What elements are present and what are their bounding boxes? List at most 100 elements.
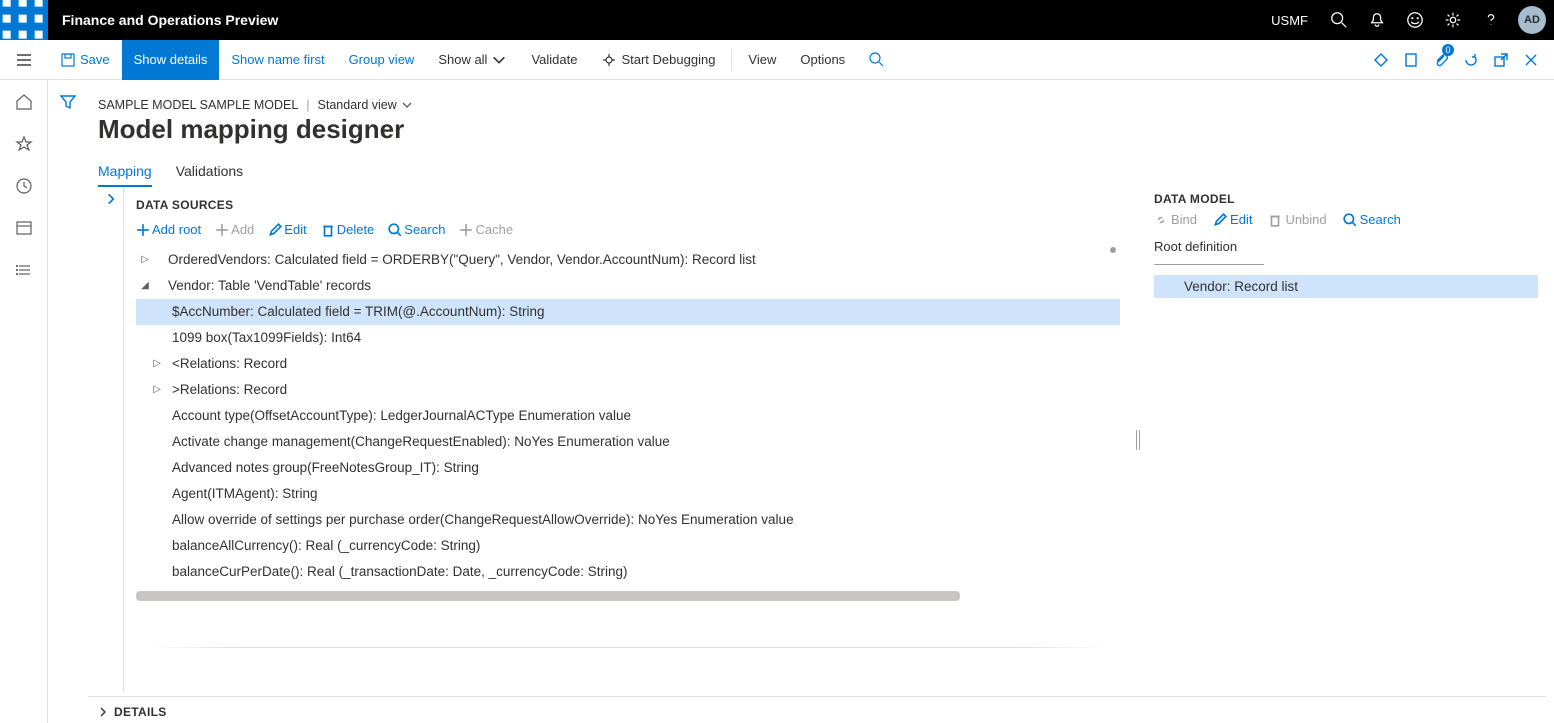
search-icon <box>1330 11 1348 29</box>
avatar[interactable]: AD <box>1518 6 1546 34</box>
right-icon-2[interactable] <box>1396 40 1426 80</box>
delete-button[interactable]: Delete <box>321 222 375 237</box>
chevron-right-icon <box>104 192 118 206</box>
help-icon <box>1482 11 1500 29</box>
tree-node[interactable]: ◢Vendor: Table 'VendTable' records <box>136 273 1120 299</box>
tree-node[interactable]: 1099 box(Tax1099Fields): Int64 <box>136 325 1120 351</box>
workspaces-button[interactable] <box>12 216 36 240</box>
search-icon <box>388 223 402 237</box>
feedback-button[interactable] <box>1396 0 1434 40</box>
tree-node[interactable]: Agent(ITMAgent): String <box>136 481 1120 507</box>
plus-icon <box>215 223 229 237</box>
app-title: Finance and Operations Preview <box>48 12 292 28</box>
chevron-down-icon <box>401 99 413 111</box>
show-details-label: Show details <box>134 52 208 67</box>
show-name-first-button[interactable]: Show name first <box>219 40 336 80</box>
nav-toggle[interactable] <box>0 40 48 80</box>
tree-node[interactable]: Activate change management(ChangeRequest… <box>136 429 1120 455</box>
save-button[interactable]: Save <box>48 40 122 80</box>
expand-icon[interactable]: ▷ <box>136 247 154 273</box>
pencil-icon <box>1213 213 1227 227</box>
tree-node[interactable]: Advanced notes group(FreeNotesGroup_IT):… <box>136 455 1120 481</box>
group-view-button[interactable]: Group view <box>337 40 427 80</box>
expand-icon[interactable]: ▷ <box>148 377 166 403</box>
plus-icon <box>136 223 150 237</box>
breadcrumb: SAMPLE MODEL SAMPLE MODEL | Standard vie… <box>98 98 1546 112</box>
home-button[interactable] <box>12 90 36 114</box>
tree-node[interactable]: balanceCurPerDate(): Real (_transactionD… <box>136 559 1120 585</box>
attachments-button[interactable]: 0 <box>1426 40 1456 80</box>
refresh-icon <box>1463 52 1479 68</box>
filter-column[interactable] <box>48 80 88 723</box>
bell-icon <box>1368 11 1386 29</box>
start-debugging-label: Start Debugging <box>621 52 715 67</box>
tab-validations[interactable]: Validations <box>176 163 243 187</box>
collapse-icon[interactable]: ◢ <box>136 273 154 299</box>
favorites-button[interactable] <box>12 132 36 156</box>
validate-button[interactable]: Validate <box>519 40 589 80</box>
search-button[interactable]: Search <box>1343 212 1401 227</box>
start-debugging-button[interactable]: Start Debugging <box>589 40 727 80</box>
options-label: Options <box>800 52 845 67</box>
splitter[interactable] <box>1130 188 1146 692</box>
app-launcher[interactable] <box>0 0 48 40</box>
data-sources-panel: DATA SOURCES Add root Add Edit Delete Se… <box>124 188 1130 692</box>
help-button[interactable] <box>1472 0 1510 40</box>
tree-node[interactable]: ▷>Relations: Record <box>136 377 1120 403</box>
data-sources-toolbar: Add root Add Edit Delete Search Cache <box>136 218 1120 247</box>
command-search[interactable] <box>857 40 901 80</box>
close-icon <box>1523 52 1539 68</box>
tree-node[interactable]: balanceAllCurrency(): Real (_currencyCod… <box>136 533 1120 559</box>
tree-node[interactable]: Account type(OffsetAccountType): LedgerJ… <box>136 403 1120 429</box>
data-model-toolbar: Bind Edit Unbind Search <box>1154 212 1538 235</box>
options-menu[interactable]: Options <box>788 40 857 80</box>
pencil-icon <box>268 223 282 237</box>
view-name: Standard view <box>318 98 397 112</box>
popout-button[interactable] <box>1486 40 1516 80</box>
tree-node[interactable]: ▷OrderedVendors: Calculated field = ORDE… <box>136 247 1120 273</box>
search-button[interactable]: Search <box>388 222 445 237</box>
save-label: Save <box>80 52 110 67</box>
data-model-item[interactable]: Vendor: Record list <box>1154 275 1538 298</box>
add-root-button[interactable]: Add root <box>136 222 201 237</box>
link-icon <box>1154 213 1168 227</box>
refresh-button[interactable] <box>1456 40 1486 80</box>
notifications-button[interactable] <box>1358 0 1396 40</box>
panel-toggle[interactable] <box>98 188 124 692</box>
view-selector[interactable]: Standard view <box>318 98 413 112</box>
popout-icon <box>1493 52 1509 68</box>
edit-button[interactable]: Edit <box>268 222 306 237</box>
left-rail <box>0 80 48 723</box>
show-details-button[interactable]: Show details <box>122 40 220 80</box>
show-all-button[interactable]: Show all <box>426 40 519 80</box>
group-view-label: Group view <box>349 52 415 67</box>
details-section-toggle[interactable]: DETAILS <box>88 696 1546 723</box>
edit-button[interactable]: Edit <box>1213 212 1252 227</box>
expand-icon[interactable]: ▷ <box>148 351 166 377</box>
modules-button[interactable] <box>12 258 36 282</box>
tree-node-selected[interactable]: $AccNumber: Calculated field = TRIM(@.Ac… <box>136 299 1120 325</box>
horizontal-scrollbar[interactable] <box>136 591 960 601</box>
tree-node[interactable]: ▷<Relations: Record <box>136 351 1120 377</box>
binding-indicator <box>1110 247 1116 253</box>
search-button[interactable] <box>1320 0 1358 40</box>
close-button[interactable] <box>1516 40 1546 80</box>
gear-icon <box>1444 11 1462 29</box>
recent-button[interactable] <box>12 174 36 198</box>
tree-node[interactable]: Allow override of settings per purchase … <box>136 507 1120 533</box>
company-code[interactable]: USMF <box>1259 13 1320 28</box>
page-tabs: Mapping Validations <box>88 149 1546 188</box>
chevron-right-icon <box>98 707 108 717</box>
add-button: Add <box>215 222 254 237</box>
divider <box>1154 264 1264 265</box>
app-topbar: Finance and Operations Preview USMF AD <box>0 0 1554 40</box>
bind-button: Bind <box>1154 212 1197 227</box>
view-menu[interactable]: View <box>736 40 788 80</box>
breadcrumb-sep: | <box>306 98 309 112</box>
attachments-badge: 0 <box>1442 44 1454 56</box>
trash-icon <box>321 223 335 237</box>
settings-button[interactable] <box>1434 0 1472 40</box>
right-icon-1[interactable] <box>1366 40 1396 80</box>
save-icon <box>60 52 76 68</box>
tab-mapping[interactable]: Mapping <box>98 163 152 187</box>
